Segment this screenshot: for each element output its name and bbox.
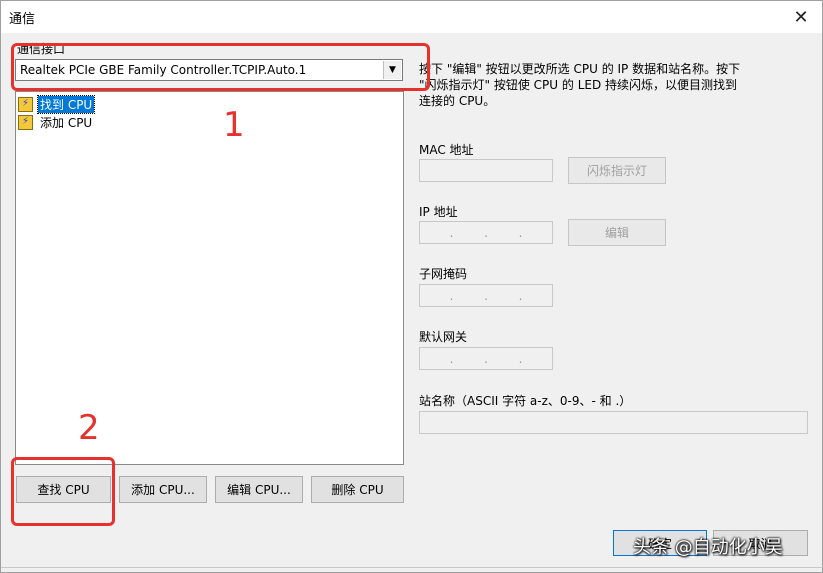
- ip-separator: .: [484, 351, 488, 366]
- find-cpu-button[interactable]: 查找 CPU: [16, 476, 111, 503]
- interface-label: 通信接口: [17, 42, 66, 56]
- annotation-number-1: 1: [223, 105, 245, 145]
- lightning-icon: ⚡: [18, 114, 33, 130]
- interface-dropdown-value: Realtek PCIe GBE Family Controller.TCPIP…: [20, 63, 307, 77]
- delete-cpu-button[interactable]: 删除 CPU: [311, 476, 404, 503]
- ip-separator: .: [484, 288, 488, 303]
- ip-separator: .: [449, 288, 454, 303]
- flash-led-button[interactable]: 闪烁指示灯: [568, 157, 666, 184]
- ip-separator: .: [449, 225, 454, 240]
- ip-address-field: . . .: [419, 221, 553, 244]
- title-bar: 通信 ✕: [1, 1, 822, 33]
- instructions-line: 按下 "编辑" 按钮以更改所选 CPU 的 IP 数据和站名称。按下: [419, 62, 741, 76]
- instructions-line: 连接的 CPU。: [419, 94, 496, 108]
- interface-dropdown[interactable]: Realtek PCIe GBE Family Controller.TCPIP…: [15, 59, 403, 81]
- window-title: 通信: [9, 12, 36, 27]
- chevron-down-icon[interactable]: ▼: [383, 61, 401, 79]
- edit-cpu-button[interactable]: 编辑 CPU...: [215, 476, 303, 503]
- tree-item-label: 添加 CPU: [40, 115, 93, 130]
- annotation-number-2: 2: [78, 408, 100, 448]
- ip-separator: .: [518, 225, 523, 240]
- tree-item-found-cpu[interactable]: ⚡ 找到 CPU: [18, 94, 96, 114]
- tree-item-label: 找到 CPU: [36, 94, 96, 114]
- watermark: 头条 @自动化小吴: [633, 537, 783, 558]
- lightning-icon: ⚡: [18, 96, 33, 112]
- ip-separator: .: [484, 225, 488, 240]
- divider: [1, 567, 823, 568]
- subnet-mask-label: 子网掩码: [419, 267, 468, 281]
- station-name-field: [419, 411, 808, 434]
- gateway-label: 默认网关: [419, 330, 468, 344]
- ip-separator: .: [518, 288, 523, 303]
- station-name-label: 站名称（ASCII 字符 a-z、0-9、- 和 .）: [419, 394, 632, 408]
- subnet-mask-field: . . .: [419, 284, 553, 307]
- cpu-tree[interactable]: ⚡ 找到 CPU ⚡ 添加 CPU: [15, 91, 404, 465]
- ip-separator: .: [449, 351, 454, 366]
- edit-button[interactable]: 编辑: [568, 219, 666, 246]
- add-cpu-button[interactable]: 添加 CPU...: [119, 476, 207, 503]
- ip-separator: .: [518, 351, 523, 366]
- ip-address-label: IP 地址: [419, 205, 458, 219]
- communication-dialog: 通信 ✕ 通信接口 Realtek PCIe GBE Family Contro…: [0, 0, 823, 573]
- tree-item-add-cpu[interactable]: ⚡ 添加 CPU: [18, 114, 94, 130]
- mac-address-field: [419, 159, 553, 182]
- gateway-field: . . .: [419, 347, 553, 370]
- instructions-text: 按下 "编辑" 按钮以更改所选 CPU 的 IP 数据和站名称。按下 "闪烁指示…: [419, 61, 804, 109]
- instructions-line: "闪烁指示灯" 按钮使 CPU 的 LED 持续闪烁，以便目测找到: [419, 78, 738, 92]
- close-icon[interactable]: ✕: [788, 5, 814, 29]
- mac-address-label: MAC 地址: [419, 143, 474, 157]
